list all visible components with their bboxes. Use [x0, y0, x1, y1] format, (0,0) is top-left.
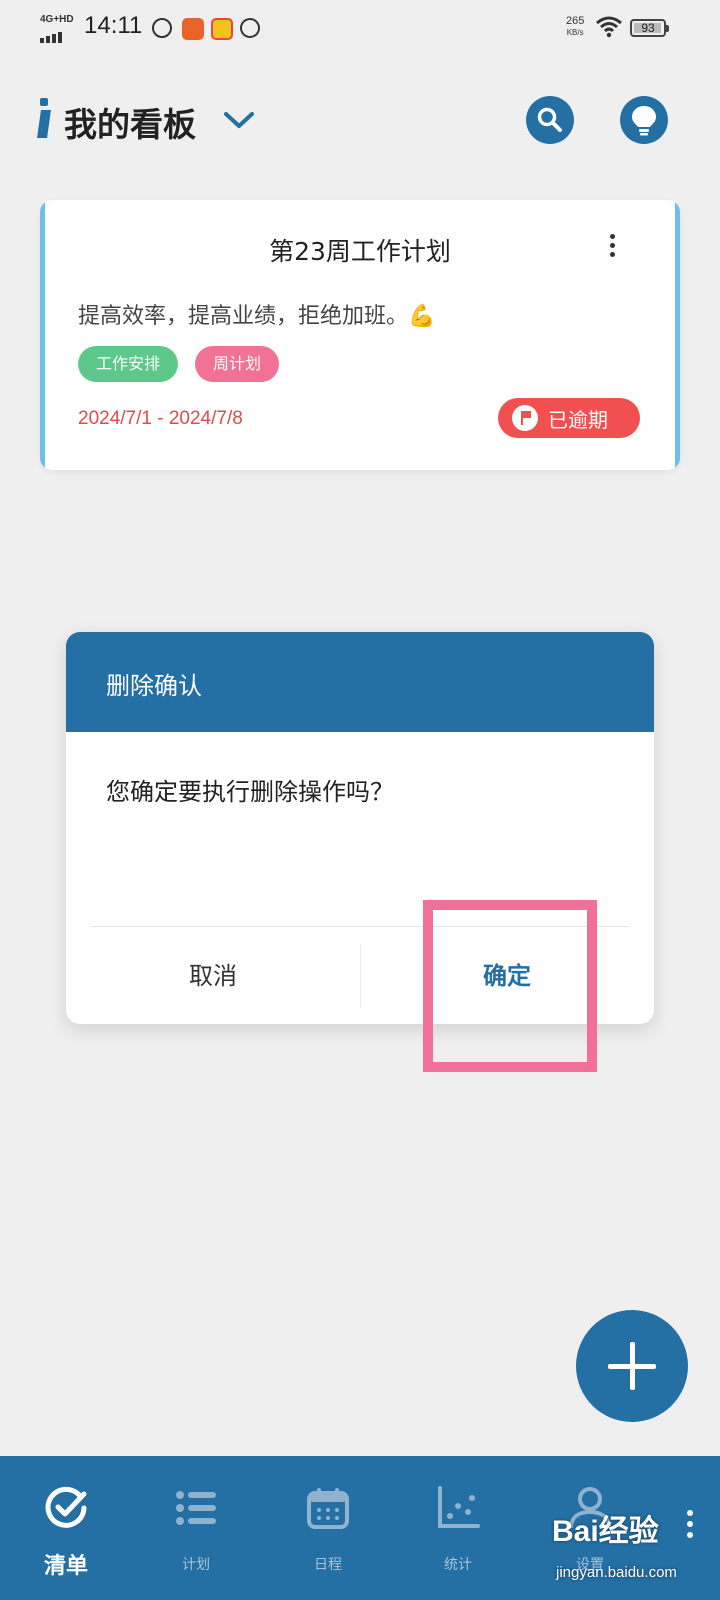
dialog-message: 您确定要执行删除操作吗？ [106, 778, 394, 806]
notification-app-icon [211, 18, 233, 40]
tag-work-arrangement[interactable]: 工作安排 [78, 346, 179, 382]
app-header: 我的看板 [0, 88, 720, 156]
scatter-chart-icon [438, 1486, 480, 1528]
dialog-header: 删除确认 [66, 632, 654, 732]
nav-item-schedule[interactable]: 日程 [262, 1456, 394, 1600]
app-logo-icon [37, 98, 51, 138]
cancel-button[interactable]: 取消 [66, 928, 360, 1024]
signal-icon: 4G+HD [40, 14, 80, 43]
add-button[interactable] [576, 1310, 688, 1422]
highlight-box [423, 900, 597, 1072]
search-icon [537, 107, 562, 132]
network-type: 4G+HD [40, 14, 74, 25]
overdue-badge: 已逾期 [498, 398, 640, 438]
flexed-biceps-icon: 💪 [408, 304, 436, 329]
status-bar: 4G+HD 14:11 265 KB/s 93 [0, 0, 720, 56]
search-button[interactable] [526, 96, 574, 144]
list-icon [176, 1491, 216, 1525]
clock: 14:11 [84, 12, 143, 39]
nav-label: 统计 [444, 1557, 472, 1573]
notification-app-icon [152, 18, 172, 38]
chevron-down-icon[interactable] [222, 106, 256, 134]
notification-app-icon [182, 18, 204, 40]
card-date-range: 2024/7/1 - 2024/7/8 [78, 408, 243, 429]
nav-label: 计划 [182, 1557, 210, 1573]
plan-card[interactable]: 第23周工作计划 提高效率，提高业绩，拒绝加班。💪 工作安排 周计划 2024/… [40, 200, 680, 470]
calendar-icon [307, 1488, 349, 1529]
battery-icon: 93 [630, 19, 669, 37]
nav-label: 清单 [43, 1554, 88, 1579]
check-circle-icon [45, 1486, 87, 1528]
nav-item-stats[interactable]: 统计 [392, 1456, 524, 1600]
wifi-icon [596, 16, 622, 38]
card-title: 第23周工作计划 [269, 237, 451, 266]
more-options-icon[interactable] [600, 232, 624, 260]
dialog-title: 删除确认 [106, 672, 202, 700]
nav-label: 日程 [314, 1557, 342, 1573]
tips-button[interactable] [620, 96, 668, 144]
tag-weekly-plan[interactable]: 周计划 [195, 346, 280, 382]
nav-item-plan[interactable]: 计划 [130, 1456, 262, 1600]
watermark-logo: Bai经验 [552, 1515, 659, 1548]
nav-item-list[interactable]: 清单 [0, 1456, 132, 1600]
notification-app-icon [236, 14, 264, 42]
network-speed: 265 KB/s [566, 15, 585, 38]
overdue-label: 已逾期 [548, 407, 608, 432]
card-description: 提高效率，提高业绩，拒绝加班。💪 [78, 304, 436, 329]
watermark: Bai经验 jingyan.baidu.com [552, 1506, 720, 1596]
board-title[interactable]: 我的看板 [64, 98, 196, 146]
flag-icon [512, 405, 538, 431]
watermark-url: jingyan.baidu.com [556, 1564, 677, 1581]
lightbulb-icon [632, 106, 656, 136]
